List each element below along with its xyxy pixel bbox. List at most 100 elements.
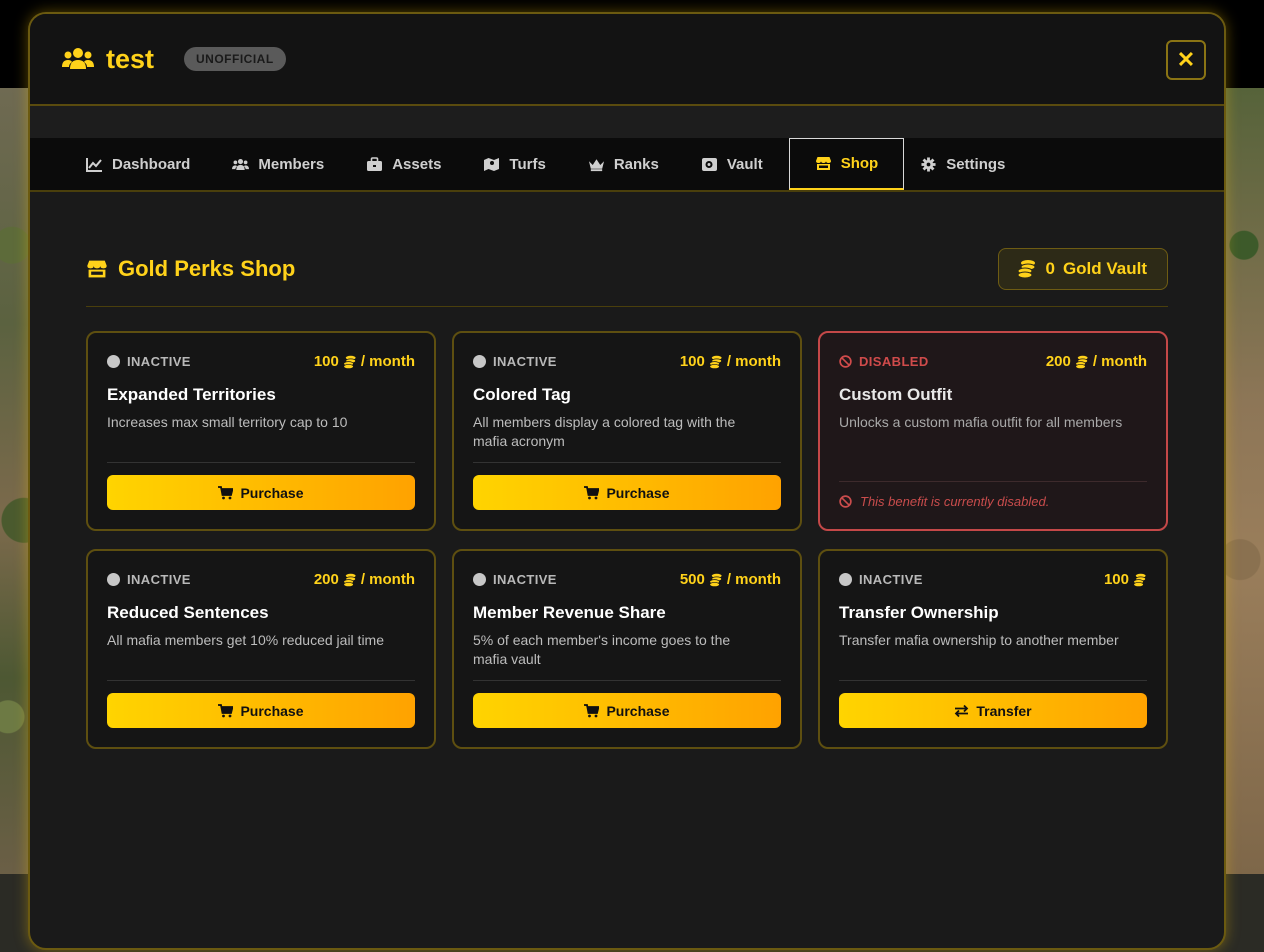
shop-title-text: Gold Perks Shop [118, 256, 296, 281]
transfer-button[interactable]: Transfer [839, 693, 1147, 728]
store-icon [87, 260, 107, 278]
purchase-button[interactable]: Purchase [107, 693, 415, 728]
perk-price: 100 [1104, 571, 1147, 588]
tab-label: Vault [726, 155, 763, 173]
gear-icon [921, 156, 936, 172]
perk-price: 200/ month [1045, 353, 1147, 370]
perk-description: 5% of each member's income goes to the m… [473, 632, 731, 667]
purchase-button[interactable]: Purchase [473, 693, 781, 728]
cart-icon [218, 485, 234, 499]
safe-icon [701, 157, 717, 171]
briefcase-icon [367, 156, 383, 171]
perk-description: Unlocks a custom mafia outfit for all me… [839, 414, 1123, 430]
perk-description: Transfer mafia ownership to another memb… [839, 632, 1119, 648]
mafia-modal: test UNOFFICIAL ✕ Dashboard Members Asse… [28, 12, 1226, 950]
gold-vault-balance: 0 Gold Vault [998, 248, 1168, 290]
card-divider [473, 462, 781, 463]
perk-price: 100/ month [679, 353, 781, 370]
perk-title: Transfer Ownership [839, 603, 999, 622]
ban-icon [839, 355, 852, 368]
users-icon [232, 158, 250, 170]
tab-label: Settings [946, 155, 1006, 173]
coins-icon [343, 355, 356, 369]
tab-turfs[interactable]: Turfs [467, 138, 571, 190]
coins-icon [1133, 573, 1146, 587]
tab-shop[interactable]: Shop [788, 138, 905, 190]
tab-members[interactable]: Members [216, 138, 350, 190]
close-button[interactable]: ✕ [1166, 40, 1206, 80]
perk-title: Custom Outfit [839, 385, 953, 404]
chart-line-icon [86, 157, 102, 172]
ban-icon [839, 495, 852, 508]
vault-label: Gold Vault [1062, 259, 1147, 278]
status-label: INACTIVE [473, 572, 557, 587]
shop-header: Gold Perks Shop 0 Gold Vault [86, 248, 1168, 307]
header-spacer [30, 106, 1224, 138]
inactive-dot-icon [107, 355, 120, 368]
status-label: INACTIVE [107, 572, 191, 587]
status-label: INACTIVE [107, 354, 191, 369]
perk-title: Member Revenue Share [473, 603, 666, 622]
disabled-notice: This benefit is currently disabled. [839, 494, 1049, 509]
perk-card-custom-outfit: DISABLED 200/ month Custom Outfit Unlock… [818, 331, 1168, 531]
tab-vault[interactable]: Vault [685, 138, 789, 190]
perk-card-colored-tag: INACTIVE 100/ month Colored Tag All memb… [452, 331, 802, 531]
perk-title: Expanded Territories [107, 385, 276, 404]
tab-settings[interactable]: Settings [904, 138, 1031, 190]
perk-description: Increases max small territory cap to 10 [107, 414, 348, 430]
tab-bar: Dashboard Members Assets Turfs Ranks Vau… [30, 138, 1224, 192]
coins-icon [1075, 355, 1088, 369]
card-divider [839, 481, 1147, 482]
card-divider [107, 462, 415, 463]
status-label: INACTIVE [473, 354, 557, 369]
perk-description: All mafia members get 10% reduced jail t… [107, 632, 385, 648]
vault-amount: 0 [1045, 259, 1055, 278]
map-icon [484, 157, 500, 171]
card-divider [107, 680, 415, 681]
tab-label: Dashboard [112, 155, 191, 173]
cart-icon [584, 485, 600, 499]
tab-assets[interactable]: Assets [350, 138, 467, 190]
card-divider [473, 680, 781, 681]
exchange-icon [955, 704, 969, 717]
perk-card-member-revenue-share: INACTIVE 500/ month Member Revenue Share… [452, 549, 802, 749]
inactive-dot-icon [839, 573, 852, 586]
perk-price: 100/ month [313, 353, 415, 370]
status-badge: UNOFFICIAL [184, 47, 286, 71]
perk-price: 500/ month [679, 571, 781, 588]
background-scenery-right [1224, 88, 1264, 874]
inactive-dot-icon [473, 573, 486, 586]
inactive-dot-icon [107, 573, 120, 586]
perk-price: 200/ month [313, 571, 415, 588]
tab-ranks[interactable]: Ranks [572, 138, 685, 190]
purchase-button[interactable]: Purchase [107, 475, 415, 510]
coins-icon [709, 573, 722, 587]
coins-icon [343, 573, 356, 587]
close-icon: ✕ [1176, 47, 1196, 72]
tab-label: Shop [840, 155, 879, 172]
mafia-title: test [106, 43, 155, 74]
coins-icon [709, 355, 722, 369]
users-icon [62, 48, 94, 69]
shop-content: Gold Perks Shop 0 Gold Vault INACTIVE 10… [30, 192, 1224, 749]
crown-icon [588, 158, 604, 171]
tab-label: Turfs [509, 155, 546, 173]
perk-card-reduced-sentences: INACTIVE 200/ month Reduced Sentences Al… [86, 549, 436, 749]
perk-card-expanded-territories: INACTIVE 100/ month Expanded Territories… [86, 331, 436, 531]
shop-title: Gold Perks Shop [86, 256, 295, 282]
cart-icon [584, 703, 600, 717]
tab-label: Assets [392, 155, 442, 173]
purchase-button[interactable]: Purchase [473, 475, 781, 510]
cart-icon [218, 703, 234, 717]
perks-grid: INACTIVE 100/ month Expanded Territories… [86, 331, 1168, 749]
perk-title: Reduced Sentences [107, 603, 269, 622]
perk-card-transfer-ownership: INACTIVE 100 Transfer Ownership Transfer… [818, 549, 1168, 749]
tab-dashboard[interactable]: Dashboard [70, 138, 216, 190]
inactive-dot-icon [473, 355, 486, 368]
perk-description: All members display a colored tag with t… [473, 414, 736, 449]
status-label: INACTIVE [839, 572, 923, 587]
tab-label: Members [258, 155, 325, 173]
tab-label: Ranks [613, 155, 659, 173]
modal-header: test UNOFFICIAL ✕ [30, 14, 1224, 106]
perk-title: Colored Tag [473, 385, 571, 404]
